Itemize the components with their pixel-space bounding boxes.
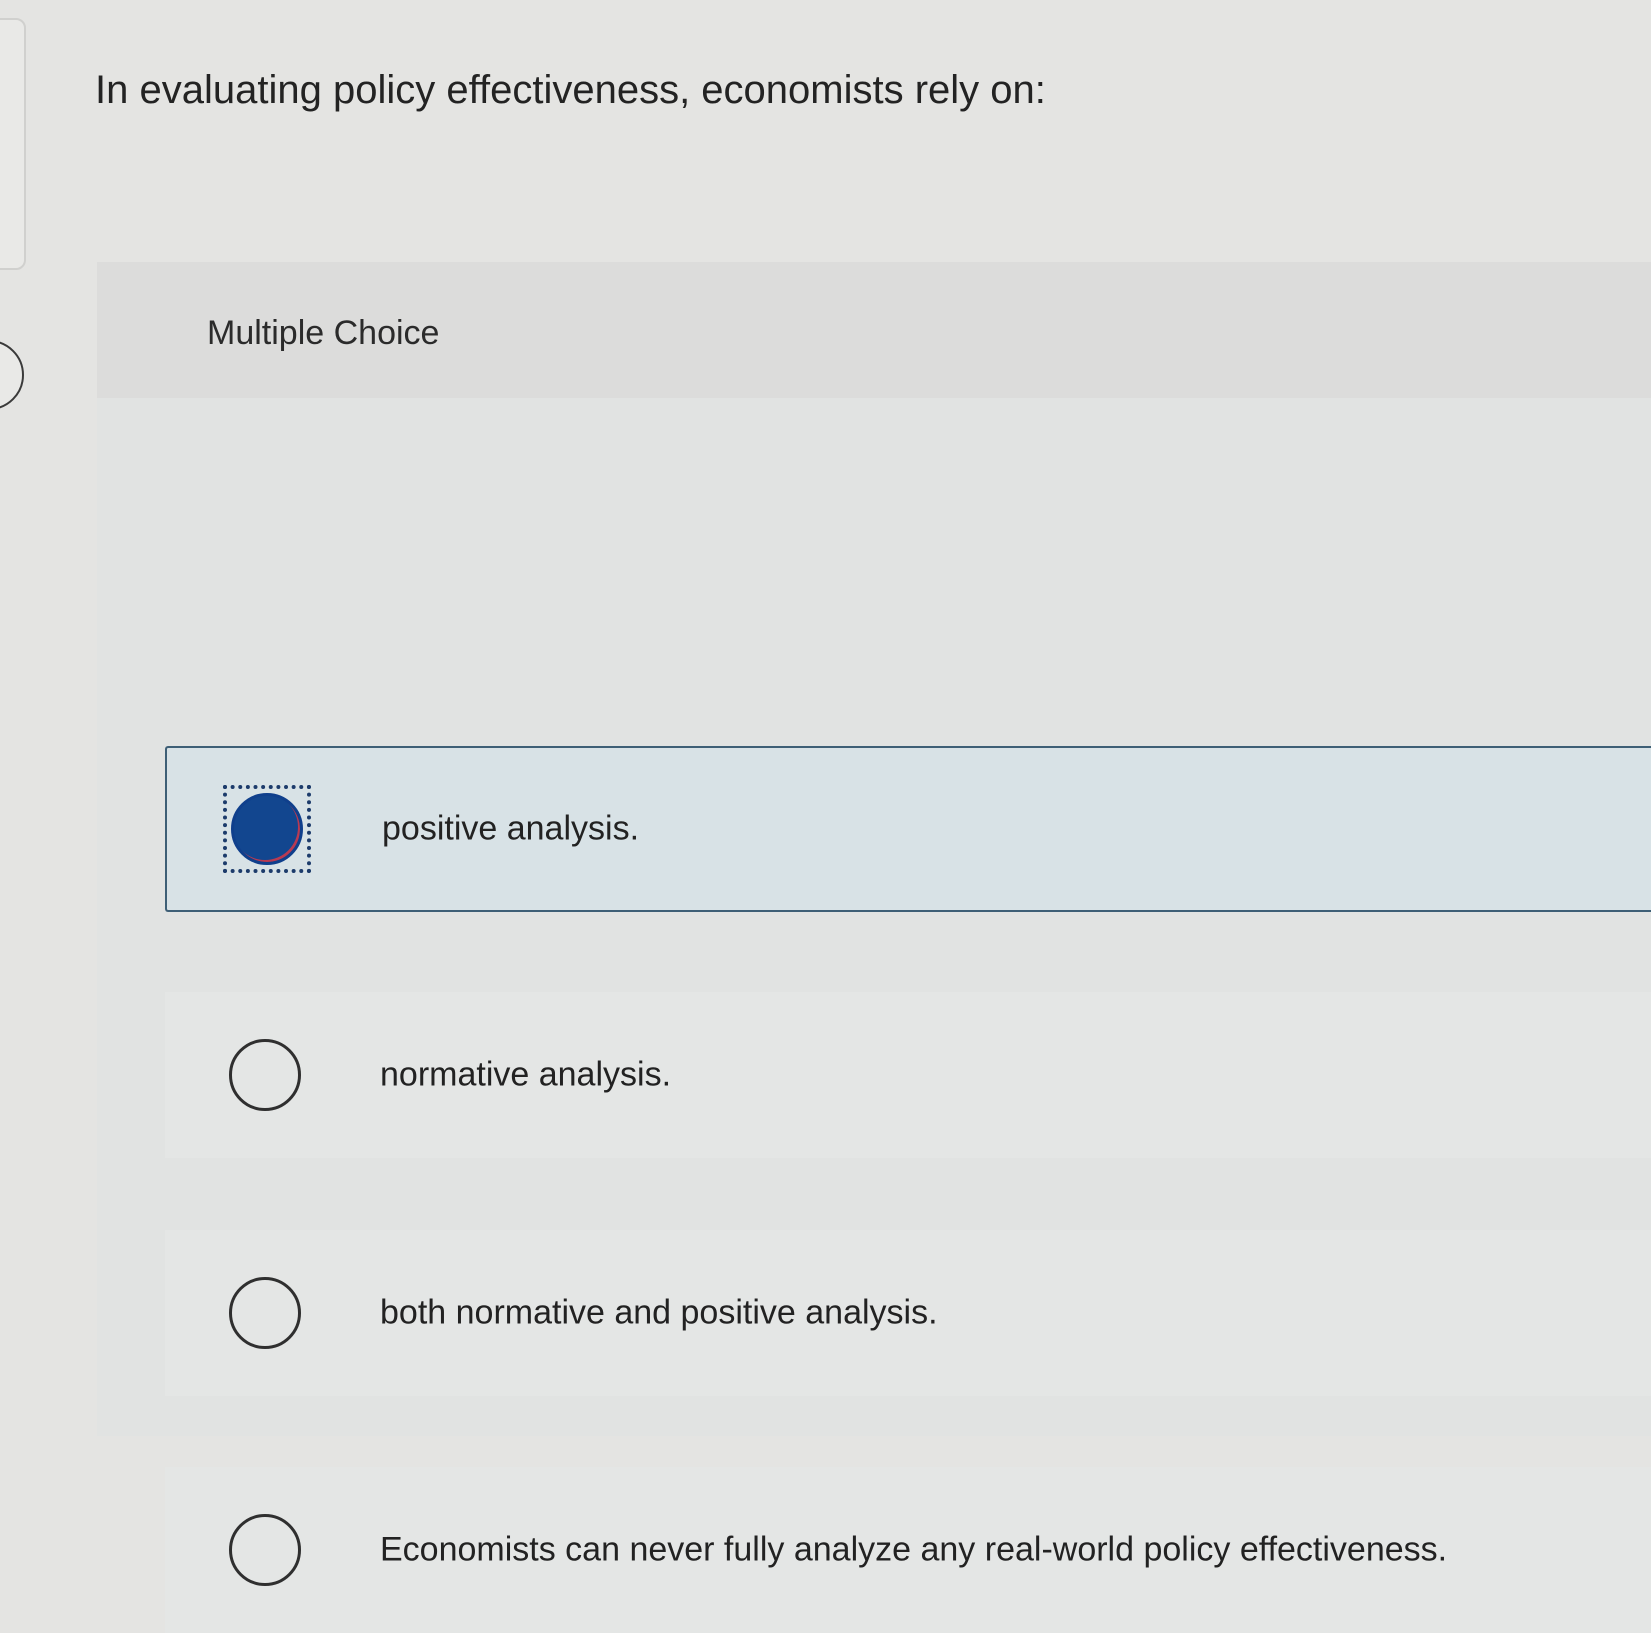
- previous-nav-button[interactable]: [0, 340, 24, 410]
- option-label: positive analysis.: [382, 809, 640, 848]
- question-type-label: Multiple Choice: [207, 314, 440, 352]
- answer-option-never-analyze[interactable]: Economists can never fully analyze any r…: [165, 1467, 1651, 1633]
- radio-wrapper: [221, 1031, 309, 1119]
- option-label: Economists can never fully analyze any r…: [380, 1530, 1448, 1569]
- radio-wrapper: [221, 1506, 309, 1594]
- side-panel-edge: [0, 18, 26, 270]
- radio-button-icon[interactable]: [229, 1039, 301, 1111]
- radio-wrapper: [221, 1269, 309, 1357]
- answer-option-both-analysis[interactable]: both normative and positive analysis.: [165, 1230, 1651, 1396]
- question-card-header: Multiple Choice: [97, 262, 1651, 398]
- answer-option-positive-analysis[interactable]: positive analysis.: [165, 746, 1651, 912]
- option-label: both normative and positive analysis.: [380, 1293, 938, 1332]
- radio-button-icon[interactable]: [229, 1277, 301, 1349]
- option-label: normative analysis.: [380, 1055, 672, 1094]
- answer-option-normative-analysis[interactable]: normative analysis.: [165, 992, 1651, 1158]
- question-prompt: In evaluating policy effectiveness, econ…: [95, 68, 1046, 112]
- question-card: Multiple Choice positive analysis. norma…: [97, 262, 1651, 1633]
- radio-button-icon[interactable]: [229, 1514, 301, 1586]
- radio-button-selected-icon[interactable]: [231, 793, 303, 865]
- focus-outline: [223, 785, 311, 873]
